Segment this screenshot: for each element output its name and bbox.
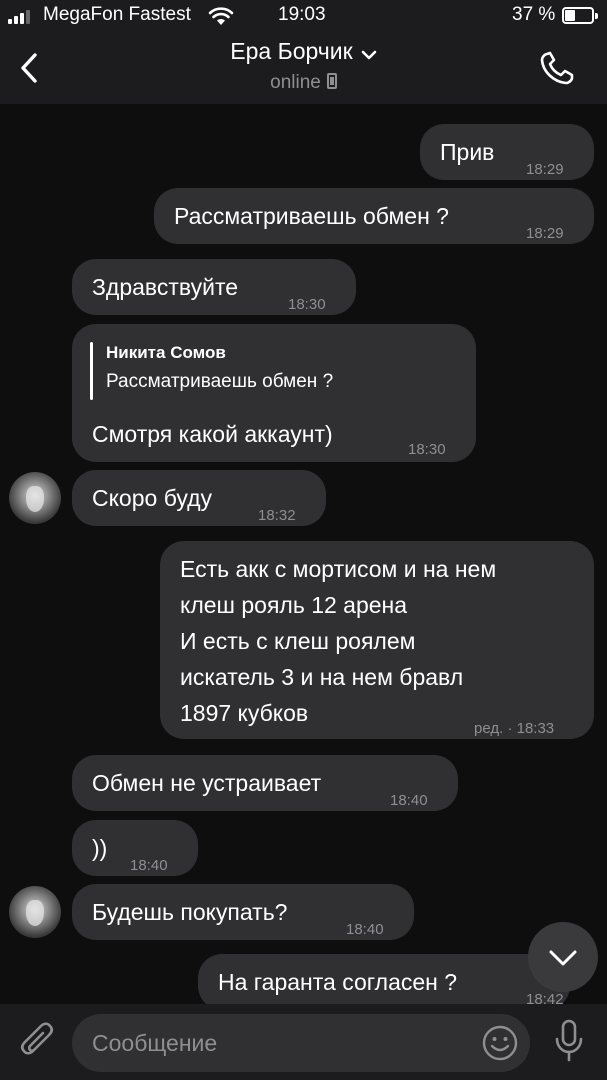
message-time: 18:40 [346,921,384,938]
chevron-down-icon [361,50,376,60]
message-bubble-incoming[interactable]: )) 18:40 [72,820,198,876]
scroll-to-bottom-button[interactable] [528,922,598,992]
message-bubble-incoming[interactable]: Скоро буду 18:32 [72,470,326,526]
reply-quote-bar [90,342,93,400]
reply-author: Никита Сомов [106,343,226,362]
message-text: Здравствуйте [92,274,239,300]
message-input-bar [0,1004,607,1080]
chat-area[interactable]: Прив 18:29 Рассматриваешь обмен ? 18:29 … [0,104,607,1010]
contact-avatar[interactable] [9,472,61,524]
message-text: Рассматриваешь обмен ? [174,203,449,229]
wifi-icon [208,7,234,25]
message-line: искатель 3 и на нем бравл [180,664,464,690]
phone-device-icon [326,72,337,89]
message-time: 18:30 [408,441,446,458]
emoji-icon[interactable] [482,1025,518,1061]
message-text: На гаранта согласен ? [218,969,458,995]
message-time: 18:29 [526,225,564,242]
reply-text: Рассматриваешь обмен ? [106,371,334,392]
message-text: )) [92,835,108,861]
battery-icon [562,7,598,24]
message-bubble-outgoing[interactable]: Рассматриваешь обмен ? 18:29 [154,188,594,244]
message-text: Будешь покупать? [92,899,288,925]
chevron-down-icon [549,950,577,966]
battery-percent: 37 % [512,4,556,25]
message-bubble-incoming[interactable]: Будешь покупать? 18:40 [72,884,414,940]
message-bubble-incoming[interactable]: Обмен не устраивает 18:40 [72,755,458,811]
message-field[interactable] [72,1014,530,1072]
message-time: 18:29 [526,161,564,178]
online-status-text: online [270,72,321,93]
phone-call-icon[interactable] [536,48,580,88]
message-time: 18:30 [288,296,326,313]
message-bubble-outgoing[interactable]: На гаранта согласен ? 18:42 [198,954,570,1010]
message-bubble-outgoing[interactable]: Прив 18:29 [420,124,594,180]
message-time: 18:40 [390,792,428,809]
message-bubble-incoming-reply[interactable]: Никита Сомов Рассматриваешь обмен ? Смот… [72,324,476,462]
message-line: И есть с клеш роялем [180,628,416,654]
message-text: Прив [440,139,495,165]
status-time: 19:03 [278,4,326,25]
message-text: Скоро буду [92,485,213,511]
message-text: Смотря какой аккаунт) [92,421,333,447]
message-time: 18:32 [258,507,296,524]
chat-header: Ера Борчик online [0,32,607,104]
contact-avatar[interactable] [9,886,61,938]
message-time: ред. · 18:33 [474,720,555,737]
paperclip-icon[interactable] [18,1020,58,1064]
online-status: online [0,72,607,94]
message-bubble-outgoing[interactable]: Есть акк с мортисом и на нем клеш рояль … [160,541,594,739]
message-line: Есть акк с мортисом и на нем [180,556,497,582]
chat-title-button[interactable]: Ера Борчик [0,38,607,65]
message-input[interactable] [92,1014,472,1072]
message-line: 1897 кубков [180,700,309,726]
message-line: клеш рояль 12 арена [180,592,408,618]
message-text: Обмен не устраивает [92,770,322,796]
status-bar: MegaFon Fastest 19:03 37 % [0,0,607,32]
message-text-block: Есть акк с мортисом и на нем клеш рояль … [180,551,496,731]
signal-icon [8,8,30,24]
carrier-name: MegaFon Fastest [43,4,191,25]
message-time: 18:40 [130,857,168,874]
message-bubble-incoming[interactable]: Здравствуйте 18:30 [72,259,356,315]
chat-title: Ера Борчик [230,38,353,64]
microphone-icon[interactable] [552,1018,586,1064]
